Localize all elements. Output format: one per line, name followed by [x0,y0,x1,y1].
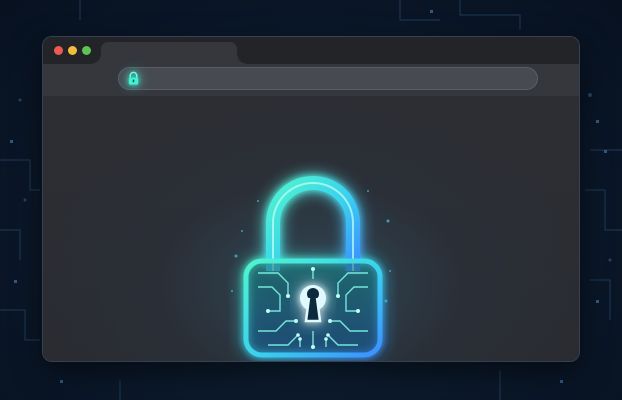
maximize-button[interactable] [82,46,91,55]
title-bar [43,37,579,64]
toolbar [43,64,579,96]
browser-tab[interactable] [92,42,246,64]
address-bar[interactable] [118,67,538,90]
close-button[interactable] [54,46,63,55]
padlock-icon [128,71,139,85]
browser-window [43,37,579,361]
page-content [43,96,579,361]
scene [0,0,622,400]
circuit-padlock-icon [231,176,391,358]
minimize-button[interactable] [68,46,77,55]
